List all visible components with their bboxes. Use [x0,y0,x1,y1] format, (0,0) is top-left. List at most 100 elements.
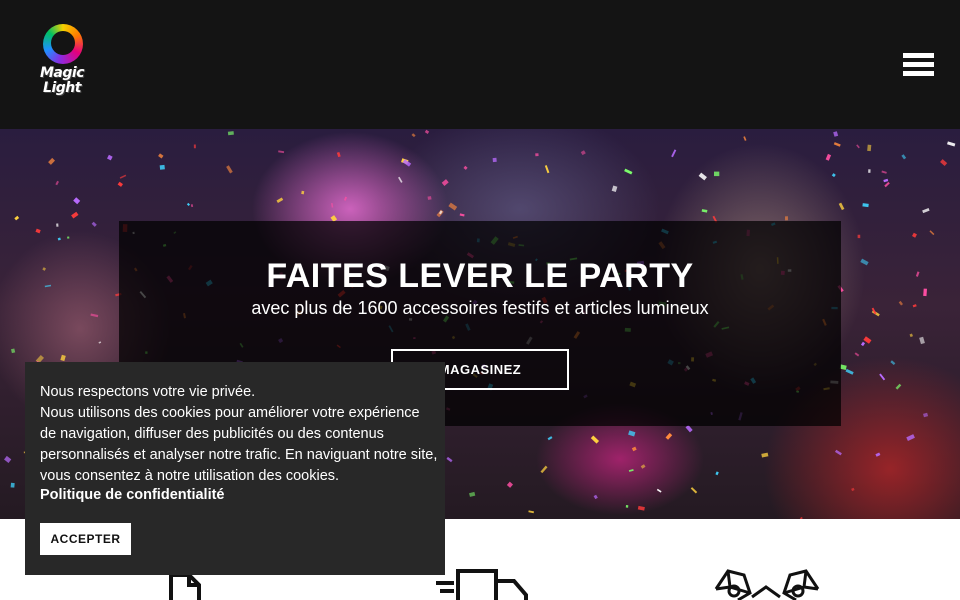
confetti-piece [922,207,930,214]
confetti-piece [55,180,59,186]
confetti-piece [912,304,917,308]
privacy-policy-link[interactable]: Politique de confidentialité [40,487,225,503]
confetti-piece [193,144,196,149]
confetti-piece [833,142,841,147]
confetti-piece [868,169,871,173]
confetti-piece [463,165,468,170]
confetti-piece [665,432,673,440]
confetti-piece [690,487,698,494]
confetti-piece [227,131,234,136]
confetti-piece [743,136,747,141]
cookie-consent-banner: Nous respectons votre vie privée. Nous u… [25,362,445,575]
confetti-piece [833,131,839,137]
confetti-piece [863,336,872,344]
cookie-privacy-line: Nous respectons votre vie privée. [40,384,256,400]
magic-light-logo[interactable]: Magic Light [30,22,92,104]
confetti-piece [10,482,15,488]
confetti-piece [117,181,123,187]
confetti-piece [628,469,634,472]
confetti-piece [411,133,416,138]
confetti-piece [860,341,866,347]
confetti-piece [301,190,305,195]
confetti-piece [909,333,913,338]
confetti-piece [831,173,836,178]
confetti-piece [890,360,896,366]
confetti-piece [940,159,948,167]
confetti-piece [640,464,646,469]
confetti-piece [590,435,600,444]
confetti-piece [860,258,869,266]
site-header: Magic Light [0,0,960,129]
cookie-description: Nous utilisons des cookies pour améliore… [40,405,438,484]
confetti-piece [825,153,832,161]
logo-text: Magic Light [34,66,90,96]
confetti-piece [119,174,127,179]
confetti-piece [35,228,41,234]
confetti-piece [851,487,855,492]
confetti-piece [881,170,887,174]
confetti-piece [838,202,845,211]
confetti-piece [915,271,920,277]
confetti-piece [715,471,719,476]
confetti-piece [631,446,637,452]
confetti-piece [701,209,708,213]
confetti-piece [159,164,165,170]
confetti-piece [336,151,341,158]
confetti-piece [867,144,872,152]
confetti-piece [547,436,553,441]
confetti-piece [611,185,618,193]
confetti-piece [107,154,113,161]
confetti-piece [785,216,788,221]
confetti-piece [580,150,586,156]
confetti-piece [71,211,79,219]
confetti-piece [226,165,233,174]
cookie-message: Nous respectons votre vie privée. Nous u… [40,382,438,487]
confetti-piece [44,284,52,288]
confetti-piece [544,165,550,174]
confetti-piece [4,455,12,463]
confetti-piece [424,129,430,134]
confetti-piece [57,237,61,241]
confetti-piece [540,465,548,474]
confetti-piece [923,412,929,418]
hero-subtitle: avec plus de 1600 accessoires festifs et… [251,298,709,318]
confetti-piece [427,196,432,200]
confetti-piece [446,456,453,463]
confetti-piece [685,424,693,433]
confetti-piece [923,288,927,297]
confetti-piece [398,176,403,183]
confetti-piece [448,202,458,211]
confetti-piece [492,157,497,163]
confetti-piece [91,221,97,227]
confetti-piece [947,141,956,147]
confetti-piece [834,449,842,456]
confetti-piece [671,149,677,158]
confetti-piece [628,430,636,437]
hamburger-menu-icon[interactable] [903,53,936,78]
confetti-piece [862,203,869,208]
confetti-piece [343,196,347,201]
confetti-piece [73,197,81,205]
confetti-piece [459,213,465,217]
confetti-piece [528,510,535,514]
confetti-piece [698,172,707,181]
confetti-piece [857,234,861,239]
logo-line-magic: Magic [40,65,85,81]
accept-cookies-button[interactable]: ACCEPTER [40,523,131,555]
confetti-piece [884,181,890,188]
confetti-piece [912,232,917,238]
confetti-piece [67,236,70,239]
confetti-piece [331,202,334,208]
confetti-piece [535,153,539,157]
confetti-piece [761,452,769,458]
gift-boxes-icon [714,569,820,600]
confetti-piece [625,504,629,508]
confetti-piece [901,154,907,160]
confetti-piece [60,354,66,362]
confetti-piece [42,267,47,271]
confetti-piece [624,168,633,175]
confetti-piece [278,150,285,154]
confetti-piece [656,488,662,493]
confetti-piece [98,341,102,344]
confetti-piece [441,179,449,186]
